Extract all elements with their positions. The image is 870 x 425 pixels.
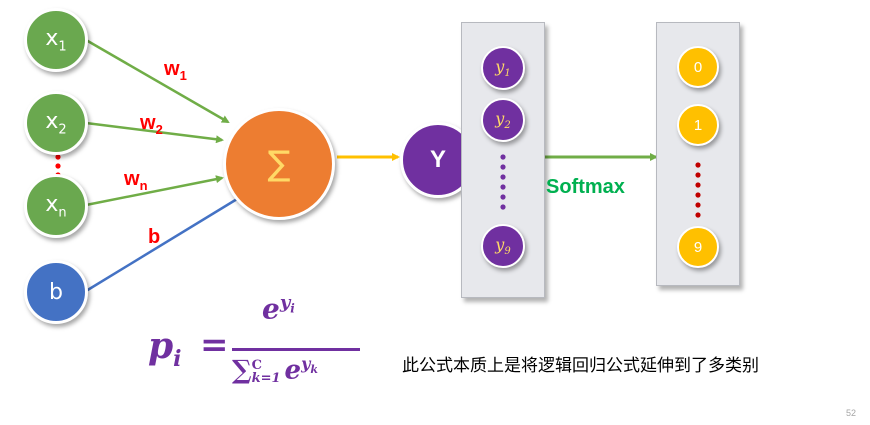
neural-softmax-diagram: x1 x2 xn b w1 w2 wn b ∑ Y y1 y2 y9 Softm… [0, 0, 870, 425]
input-node-xn: xn [24, 174, 88, 238]
input-node-x2: x2 [24, 91, 88, 155]
prob-node-1: 1 [677, 104, 719, 146]
sum-icon: ∑ [267, 144, 291, 184]
softmax-label: Softmax [546, 176, 625, 198]
bias-node-label: b [49, 279, 63, 305]
logit-node-y9: y9 [481, 224, 525, 268]
sum-node: ∑ [223, 108, 335, 220]
edge-b-sum [85, 194, 244, 293]
logit-y1-label: y1 [495, 56, 511, 80]
edge-xn-sum [85, 175, 224, 207]
output-node-label: Y [429, 146, 446, 173]
logit-y9-label: y9 [495, 234, 511, 258]
bias-node: b [24, 260, 88, 324]
formula-equals: = [200, 325, 229, 365]
input-x2-label: x2 [45, 108, 67, 138]
prob-9-label: 9 [693, 238, 703, 256]
prob-ellipsis [695, 162, 701, 218]
input-node-x1: x1 [24, 8, 88, 72]
formula-lhs: pi [148, 325, 182, 373]
prob-node-0: 0 [677, 46, 719, 88]
formula-caption: 此公式本质上是将逻辑回归公式延伸到了多类别 [402, 356, 759, 376]
logit-node-y1: y1 [481, 46, 525, 90]
formula-fraction-bar [232, 348, 360, 351]
prob-0-label: 0 [693, 58, 703, 76]
prob-node-9: 9 [677, 226, 719, 268]
edge-x1-sum [85, 38, 230, 124]
weight-wn-label: wn [124, 168, 148, 193]
logit-ellipsis [500, 154, 506, 210]
weight-w2-label: w2 [140, 112, 163, 137]
input-x1-label: x1 [45, 25, 67, 55]
prob-1-label: 1 [693, 116, 703, 134]
logit-node-y2: y2 [481, 98, 525, 142]
formula-numerator: eyi [262, 292, 295, 326]
weight-b-label: b [148, 226, 161, 248]
input-xn-label: xn [45, 191, 67, 221]
page-number: 52 [846, 408, 857, 418]
logit-y2-label: y2 [495, 108, 511, 132]
formula-denominator: ∑ Ck=1 eyk [232, 354, 318, 386]
weight-w1-label: w1 [164, 58, 187, 83]
